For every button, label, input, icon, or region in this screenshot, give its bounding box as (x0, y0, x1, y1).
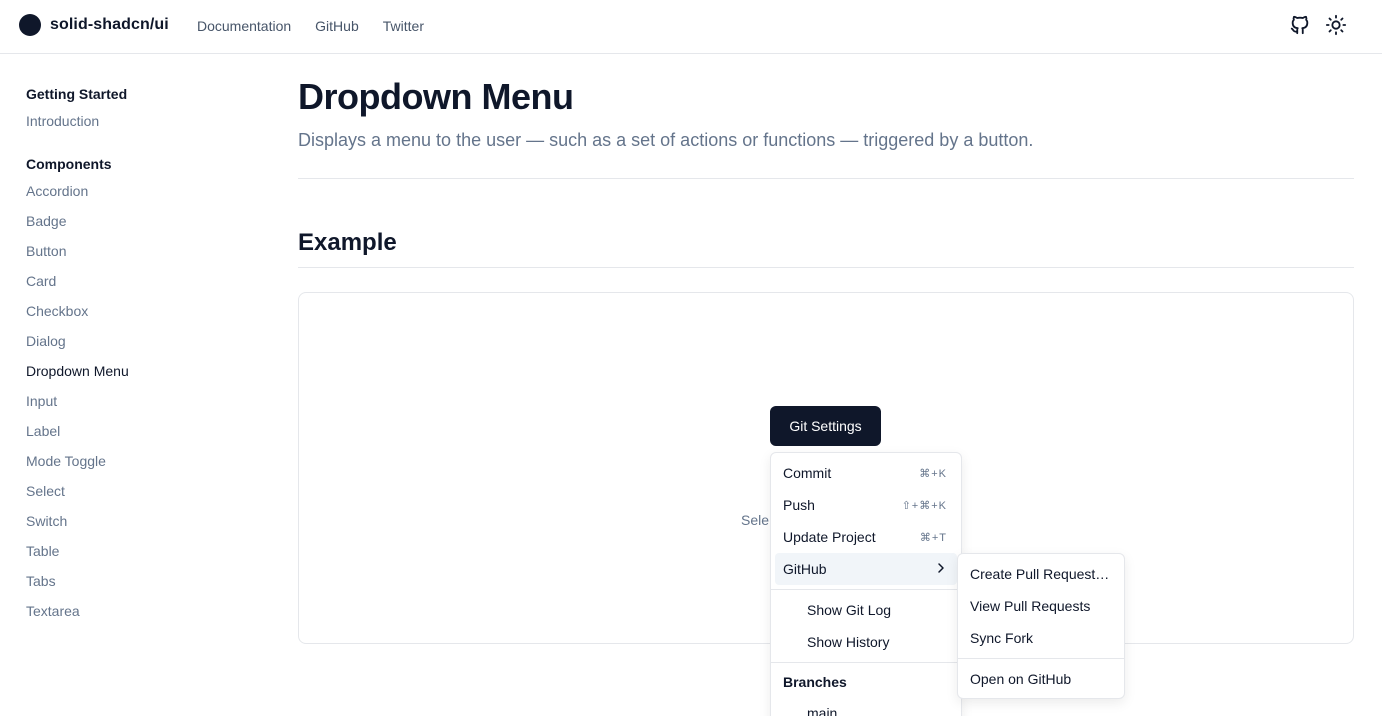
menu-item-push[interactable]: Push ⇧+⌘+K (775, 489, 957, 521)
menu-label-branches: Branches (783, 674, 847, 690)
menu-item-commit[interactable]: Commit ⌘+K (775, 457, 957, 489)
menu-item-branch-main[interactable]: main (775, 697, 957, 716)
menu-item-label: Update Project (783, 529, 876, 545)
git-settings-button[interactable]: Git Settings (770, 406, 881, 446)
menu-item-label: Commit (783, 465, 832, 481)
divider (298, 178, 1354, 179)
dropdown-menu: Commit ⌘+K Push ⇧+⌘+K Update Project ⌘+T… (770, 452, 962, 716)
submenu-item-create-pull-request[interactable]: Create Pull Request… (962, 558, 1120, 590)
section-title: Example (298, 229, 397, 256)
menu-shortcut: ⌘+K (919, 467, 947, 480)
nav-documentation[interactable]: Documentation (197, 18, 291, 34)
divider (298, 267, 1354, 268)
sidebar-item-tabs[interactable]: Tabs (26, 566, 246, 596)
nav-twitter[interactable]: Twitter (383, 18, 424, 34)
menu-shortcut: ⇧+⌘+K (901, 499, 947, 512)
sidebar: Getting Started Introduction Components … (26, 84, 246, 644)
menu-item-update-project[interactable]: Update Project ⌘+T (775, 521, 957, 553)
submenu-item-view-pull-requests[interactable]: View Pull Requests (962, 590, 1120, 622)
menu-item-show-history[interactable]: Show History (775, 626, 957, 658)
sidebar-item-badge[interactable]: Badge (26, 206, 246, 236)
sidebar-item-input[interactable]: Input (26, 386, 246, 416)
submenu-item-open-on-github[interactable]: Open on GitHub (962, 663, 1120, 695)
menu-item-label: GitHub (783, 561, 827, 577)
menu-separator (771, 662, 961, 663)
sidebar-item-select[interactable]: Select (26, 476, 246, 506)
submenu-item-sync-fork[interactable]: Sync Fork (962, 622, 1120, 654)
github-submenu: Create Pull Request… View Pull Requests … (957, 553, 1125, 699)
sidebar-group-getting-started: Getting Started Introduction (26, 84, 246, 136)
sidebar-item-mode-toggle[interactable]: Mode Toggle (26, 446, 246, 476)
sidebar-group-components: Components Accordion Badge Button Card C… (26, 154, 246, 626)
sidebar-item-introduction[interactable]: Introduction (26, 106, 246, 136)
sidebar-item-switch[interactable]: Switch (26, 506, 246, 536)
top-nav: Documentation GitHub Twitter (197, 18, 424, 34)
sidebar-item-accordion[interactable]: Accordion (26, 176, 246, 206)
page-title: Dropdown Menu (298, 76, 574, 117)
sidebar-item-checkbox[interactable]: Checkbox (26, 296, 246, 326)
brand-name[interactable]: solid-shadcn/ui (50, 16, 169, 34)
menu-separator (771, 589, 961, 590)
sun-icon[interactable] (1325, 14, 1347, 36)
top-header: solid-shadcn/ui Documentation GitHub Twi… (0, 0, 1382, 54)
sidebar-item-card[interactable]: Card (26, 266, 246, 296)
sidebar-item-dialog[interactable]: Dialog (26, 326, 246, 356)
logo-icon[interactable] (19, 14, 41, 36)
menu-item-github[interactable]: GitHub (775, 553, 957, 585)
sidebar-heading: Getting Started (26, 86, 128, 102)
selected-status-text: Sele (741, 512, 770, 528)
menu-item-label: Push (783, 497, 815, 513)
menu-item-show-git-log[interactable]: Show Git Log (775, 594, 957, 626)
nav-github[interactable]: GitHub (315, 18, 359, 34)
menu-separator (958, 658, 1124, 659)
sidebar-item-dropdown-menu[interactable]: Dropdown Menu (26, 356, 246, 386)
sidebar-item-table[interactable]: Table (26, 536, 246, 566)
github-icon[interactable] (1289, 14, 1311, 36)
sidebar-heading: Components (26, 156, 112, 172)
sidebar-item-button[interactable]: Button (26, 236, 246, 266)
sidebar-item-textarea[interactable]: Textarea (26, 596, 246, 626)
page-subtitle: Displays a menu to the user — such as a … (298, 130, 1034, 150)
menu-shortcut: ⌘+T (919, 531, 947, 544)
chevron-right-icon (938, 563, 944, 573)
sidebar-item-label[interactable]: Label (26, 416, 246, 446)
